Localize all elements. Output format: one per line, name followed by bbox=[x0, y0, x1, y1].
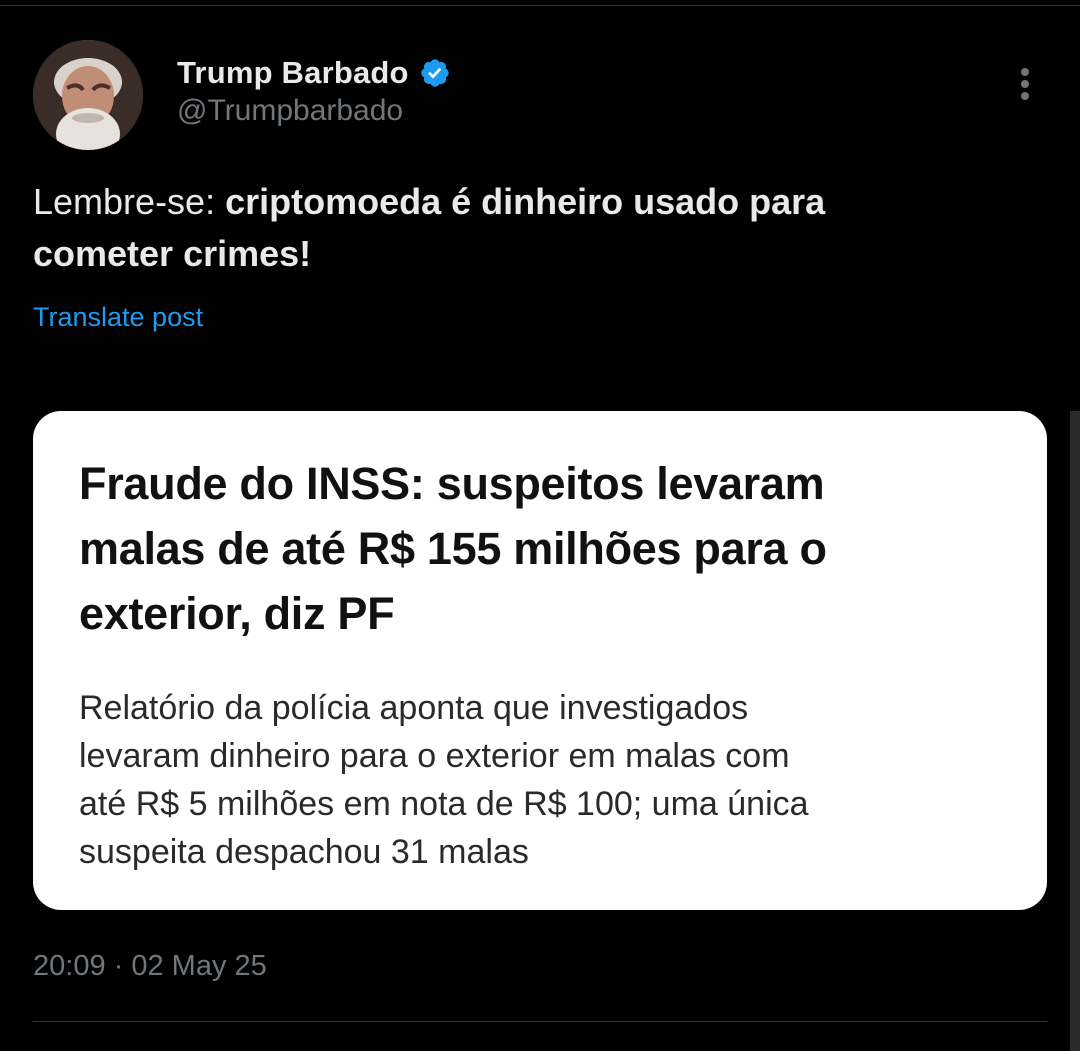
article-headline-line-3: exterior, diz PF bbox=[79, 588, 395, 639]
article-summary-line-3: até R$ 5 milhões em nota de R$ 100; uma … bbox=[79, 785, 809, 823]
article-summary-line-1: Relatório da polícia aponta que investig… bbox=[79, 689, 749, 727]
post-text-lead: Lembre-se: bbox=[33, 181, 226, 222]
article-headline-line-1: Fraude do INSS: suspeitos levaram bbox=[79, 458, 825, 509]
post-text-bold-line-2: cometer crimes! bbox=[33, 233, 312, 274]
avatar[interactable] bbox=[33, 40, 143, 150]
article-headline-line-2: malas de até R$ 155 milhões para o bbox=[79, 523, 827, 574]
display-name[interactable]: Trump Barbado bbox=[177, 55, 409, 91]
divider bbox=[33, 1021, 1047, 1022]
more-options-button[interactable] bbox=[1004, 62, 1046, 106]
author-handle[interactable]: @Trumpbarbado bbox=[177, 94, 403, 128]
media-card[interactable]: Fraude do INSS: suspeitos levaram malas … bbox=[33, 411, 1047, 910]
post-text: Lembre-se: criptomoeda é dinheiro usado … bbox=[33, 176, 993, 280]
post-timestamp[interactable]: 20:09 · 02 May 25 bbox=[33, 950, 267, 983]
translate-post-link[interactable]: Translate post bbox=[33, 302, 203, 333]
article-headline: Fraude do INSS: suspeitos levaram malas … bbox=[79, 451, 1001, 646]
article-summary-line-2: levaram dinheiro para o exterior em mala… bbox=[79, 737, 790, 775]
more-vertical-icon bbox=[1021, 68, 1029, 100]
article-summary-line-4: suspeita despachou 31 malas bbox=[79, 833, 529, 871]
article-summary: Relatório da polícia aponta que investig… bbox=[79, 684, 1001, 876]
author-name-row[interactable]: Trump Barbado bbox=[177, 52, 451, 94]
verified-badge-icon bbox=[421, 59, 449, 87]
post-text-bold-line-1: criptomoeda é dinheiro usado para bbox=[225, 181, 826, 222]
avatar-image bbox=[33, 40, 143, 150]
top-divider bbox=[0, 0, 1080, 6]
scrollbar[interactable] bbox=[1070, 411, 1080, 1051]
